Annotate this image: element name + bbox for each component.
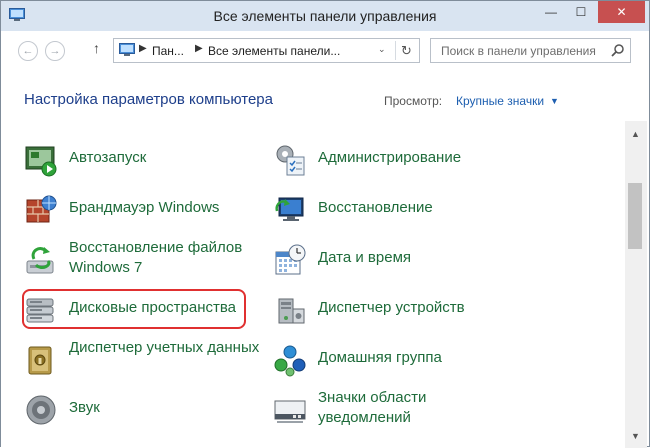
control-panel-item-device-manager[interactable]: Диспетчер устройств	[273, 288, 518, 338]
navigation-bar: ← → ↑ ▶ Пан... ▶ Все элементы панели... …	[1, 31, 649, 71]
credential-manager-icon	[28, 346, 52, 375]
control-panel-item-recovery[interactable]: Восстановление	[273, 188, 518, 238]
breadcrumb-separator-icon[interactable]: ▶	[139, 43, 147, 54]
back-button[interactable]: ←	[18, 41, 38, 61]
breadcrumb-separator-icon[interactable]: ▶	[195, 43, 203, 54]
control-panel-item-homegroup[interactable]: Домашняя группа	[273, 338, 518, 388]
item-label: Диспетчер учетных данных	[69, 339, 260, 356]
item-label: Диспетчер устройств	[318, 299, 465, 316]
item-label: Звук	[69, 399, 100, 416]
control-panel-content: Настройка параметров компьютера Просмотр…	[1, 71, 625, 448]
sound-icon	[26, 395, 56, 425]
control-panel-item-firewall[interactable]: Брандмауэр Windows	[24, 188, 269, 238]
page-title: Настройка параметров компьютера	[24, 91, 273, 108]
search-placeholder: Поиск в панели управления	[441, 44, 596, 58]
search-icon[interactable]	[611, 43, 625, 57]
item-label: Домашняя группа	[318, 349, 442, 366]
address-bar[interactable]: ▶ Пан... ▶ Все элементы панели... ⌄ ↻	[113, 38, 420, 63]
scrollbar-thumb[interactable]	[628, 183, 642, 249]
view-mode-selector[interactable]: Крупные значки	[456, 94, 544, 108]
date-time-icon	[275, 244, 306, 275]
autoplay-icon	[25, 146, 57, 177]
homegroup-icon	[274, 345, 306, 377]
scroll-down-arrow-icon[interactable]: ▼	[631, 431, 640, 441]
title-bar[interactable]: Все элементы панели управления — ☐ ✕	[1, 1, 649, 31]
firewall-icon	[26, 195, 57, 223]
minimize-button[interactable]: —	[537, 1, 565, 23]
scroll-up-arrow-icon[interactable]: ▲	[631, 129, 640, 139]
maximize-button[interactable]: ☐	[567, 1, 595, 23]
device-manager-icon	[278, 298, 305, 324]
control-panel-item-date-time[interactable]: Дата и время	[273, 238, 518, 288]
chevron-down-icon[interactable]: ▼	[550, 96, 559, 106]
refresh-button[interactable]: ↻	[395, 41, 417, 60]
highlight-outline	[22, 289, 246, 329]
breadcrumb-item[interactable]: Все элементы панели...	[208, 44, 340, 58]
recovery-icon	[275, 197, 304, 221]
admin-tools-icon	[276, 145, 305, 176]
item-label: Брандмауэр Windows	[69, 199, 220, 216]
close-button[interactable]: ✕	[598, 1, 645, 23]
control-panel-item-admin-tools[interactable]: Администрирование	[273, 138, 518, 188]
file-recovery-icon	[26, 247, 54, 274]
item-label: Восстановление файлов Windows 7	[69, 239, 243, 276]
view-label: Просмотр:	[384, 94, 443, 108]
vertical-scrollbar[interactable]: ▲ ▼	[625, 121, 647, 448]
notification-icons-icon	[274, 400, 306, 423]
item-label: Автозапуск	[69, 149, 147, 166]
breadcrumb-item[interactable]: Пан...	[152, 44, 184, 58]
item-label: Дата и время	[318, 249, 412, 266]
control-panel-item-file-recovery[interactable]: Восстановление файлов Windows 7	[24, 238, 269, 288]
control-panel-item-sound[interactable]: Звук	[24, 388, 269, 438]
control-panel-window: Все элементы панели управления — ☐ ✕ ← →…	[0, 0, 650, 448]
item-label: Восстановление	[318, 199, 433, 216]
item-label: Администрирование	[318, 149, 462, 166]
up-button[interactable]: ↑	[93, 40, 100, 56]
control-panel-item-notification-icons[interactable]: Значки области уведомлений	[273, 388, 518, 438]
item-label: Значки области уведомлений	[318, 389, 427, 426]
address-dropdown-icon[interactable]: ⌄	[378, 44, 386, 55]
search-box[interactable]: Поиск в панели управления	[430, 38, 631, 63]
control-panel-location-icon	[119, 43, 135, 56]
forward-button[interactable]: →	[45, 41, 65, 61]
control-panel-item-autoplay[interactable]: Автозапуск	[24, 138, 269, 188]
control-panel-item-credential-manager[interactable]: Диспетчер учетных данных	[24, 338, 269, 388]
